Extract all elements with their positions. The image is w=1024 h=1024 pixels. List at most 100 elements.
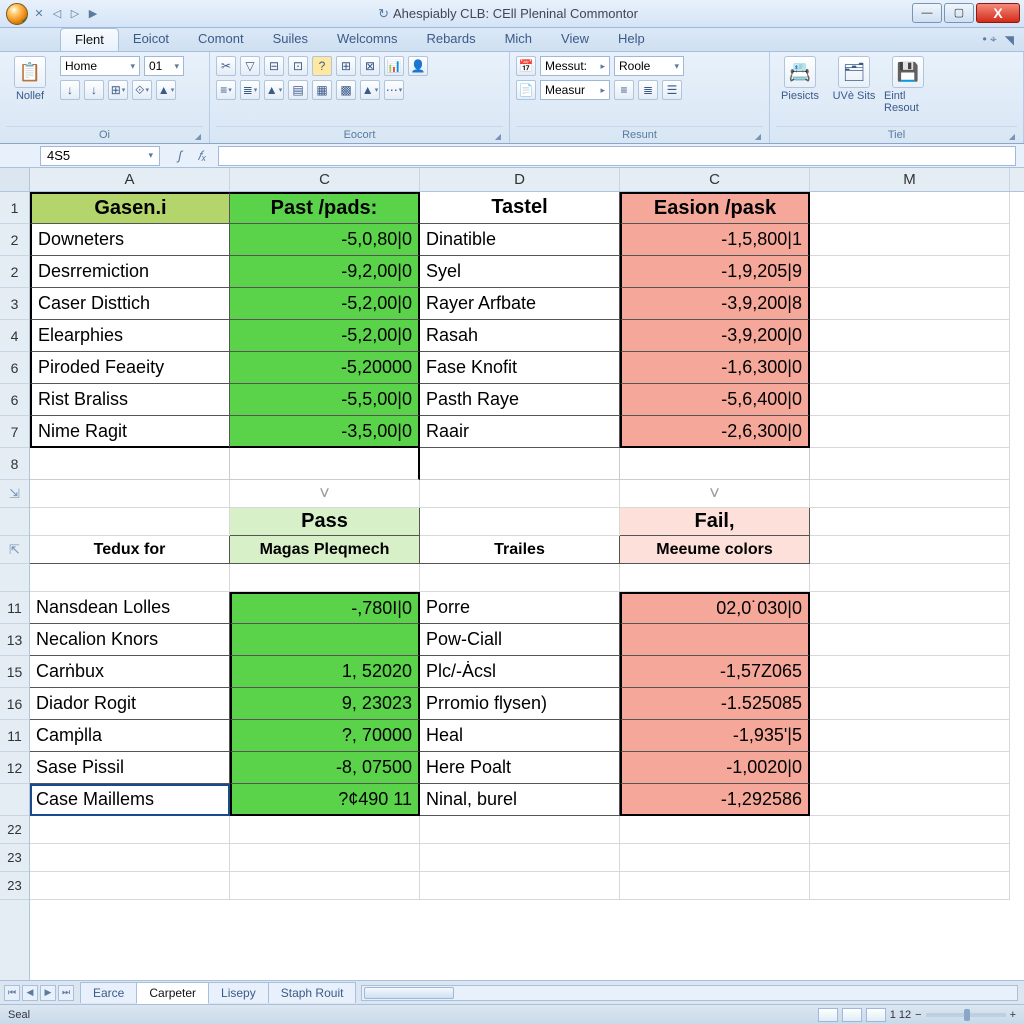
sheet-tab[interactable]: Staph Rouit [268,982,357,1003]
font-color-button[interactable]: ⟐ [132,80,152,100]
cell[interactable] [230,448,420,480]
cell[interactable] [420,448,620,480]
row-header[interactable]: 3 [0,288,29,320]
cell[interactable]: Necalion Knors [30,624,230,656]
row-header[interactable] [0,564,29,592]
cell[interactable]: -1,0020|0 [620,752,810,784]
tab-eoicot[interactable]: Eoicot [119,28,184,51]
table-header[interactable]: Easion /pask [620,192,810,224]
zoom-slider[interactable] [926,1013,1006,1017]
name-box[interactable]: 4S5▾ [40,146,160,166]
cell[interactable] [810,416,1010,448]
piesicts-button[interactable]: 📇Piesicts [776,56,824,102]
col-header[interactable]: A [30,168,230,191]
row-header[interactable]: 15 [0,656,29,688]
chart-icon[interactable]: 📊 [384,56,404,76]
cell[interactable] [810,508,1010,536]
help-icon[interactable]: • ⌖ [982,32,996,47]
cell[interactable] [420,564,620,592]
tool-b-icon[interactable]: ? [312,56,332,76]
cell[interactable]: -5,20000 [230,352,420,384]
tab-welcomns[interactable]: Welcomns [323,28,412,51]
row-header[interactable] [0,784,29,816]
cut-icon[interactable]: ✂ [216,56,236,76]
fx-icon[interactable]: 𝑓ₓ [192,146,212,166]
cell[interactable]: Dinatible [420,224,620,256]
row-header[interactable]: 23 [0,872,29,900]
cell[interactable] [810,592,1010,624]
cell[interactable] [230,816,420,844]
tab-view[interactable]: View [547,28,604,51]
cell[interactable]: Nime Ragit [30,416,230,448]
cell[interactable]: Camṗlla [30,720,230,752]
cell[interactable]: Porre [420,592,620,624]
page-layout-view-icon[interactable] [842,1008,862,1022]
tool-d-icon[interactable]: ⊠ [360,56,380,76]
cell[interactable] [620,844,810,872]
sheet-nav-first-icon[interactable]: ⏮ [4,985,20,1001]
cell[interactable]: -5,0,80|0 [230,224,420,256]
cell[interactable]: -9,2,00|0 [230,256,420,288]
cell[interactable]: Pow-Ciall [420,624,620,656]
cell[interactable] [620,624,810,656]
cell[interactable]: Caser Disttich [30,288,230,320]
cell[interactable] [810,384,1010,416]
al-left-icon[interactable]: ≡ [614,80,634,100]
cell[interactable] [230,624,420,656]
row-header[interactable]: 11 [0,592,29,624]
cell[interactable]: Here Poalt [420,752,620,784]
cell[interactable]: -2,6,300|0 [620,416,810,448]
tab-help[interactable]: Help [604,28,660,51]
cell[interactable] [30,872,230,900]
row-header[interactable]: 16 [0,688,29,720]
cell[interactable] [810,224,1010,256]
row-header[interactable]: 4 [0,320,29,352]
zoom-in-icon[interactable]: + [1010,1009,1016,1021]
row-header[interactable]: 23 [0,844,29,872]
sheet-nav-last-icon[interactable]: ⏭ [58,985,74,1001]
cell[interactable]: Downeters [30,224,230,256]
col-header[interactable]: C [230,168,420,191]
col-header[interactable]: D [420,168,620,191]
cell[interactable]: ˅ [620,480,810,508]
cell[interactable]: Heal [420,720,620,752]
cell[interactable]: Rasah [420,320,620,352]
cell[interactable]: ˅ [230,480,420,508]
cell[interactable] [810,844,1010,872]
cell[interactable] [30,480,230,508]
table-header[interactable]: Magas Pleqmech [230,536,420,564]
cell[interactable]: ?¢490 11 [230,784,420,816]
cancel-fx-icon[interactable]: ʃ [170,146,190,166]
cell[interactable] [420,844,620,872]
cell[interactable] [30,448,230,480]
minimize-button[interactable]: — [912,3,942,23]
row-header[interactable]: 8 [0,448,29,480]
cell[interactable] [620,872,810,900]
cell[interactable]: 1, 52020 [230,656,420,688]
cell[interactable]: 9, 23023 [230,688,420,720]
italic-button[interactable]: ↓ [84,80,104,100]
align-left-icon[interactable]: ≡ [216,80,236,100]
messut-combo[interactable]: Messut:▸ [540,56,610,76]
cell[interactable] [810,564,1010,592]
row-header[interactable]: 6 [0,352,29,384]
col-header[interactable]: M [810,168,1010,191]
more-icon[interactable]: ⋯ [384,80,404,100]
fill-color-button[interactable]: ▲ [156,80,176,100]
cell[interactable] [30,816,230,844]
cell[interactable]: Desrremiction [30,256,230,288]
table-header[interactable]: Past /pads: [230,192,420,224]
cell[interactable] [810,656,1010,688]
cell[interactable] [30,844,230,872]
cell[interactable]: Carṅbux [30,656,230,688]
calendar-icon[interactable]: 📅 [516,56,536,76]
minimize-ribbon-icon[interactable]: ◥ [1005,33,1014,47]
border-button[interactable]: ⊞ [108,80,128,100]
row-group-icon[interactable]: ⇲ [0,480,29,508]
formula-input[interactable] [218,146,1016,166]
eintl-resout-button[interactable]: 💾Eintl Resout [884,56,932,114]
cell[interactable] [420,508,620,536]
qat-play-icon[interactable]: ▶ [86,7,100,21]
sheet-tab[interactable]: Lisepy [208,982,269,1003]
cell[interactable] [810,256,1010,288]
